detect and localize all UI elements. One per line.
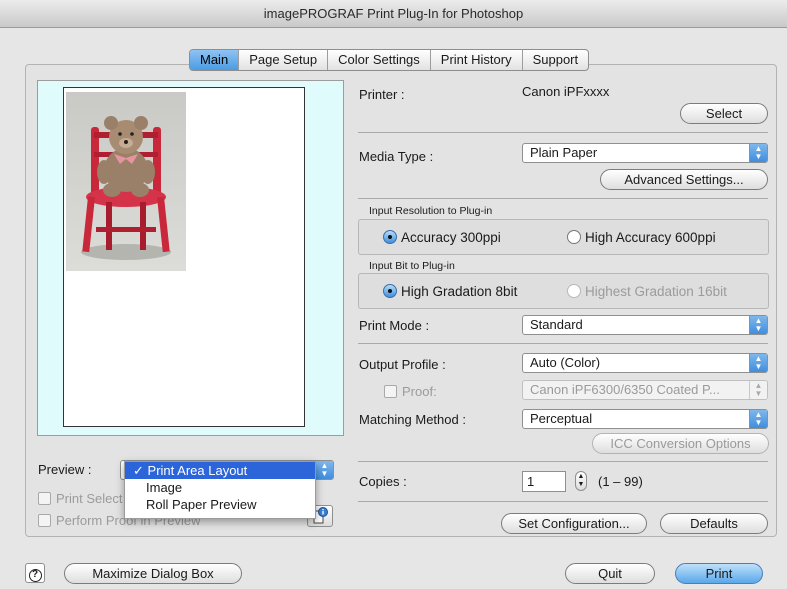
output-profile-select[interactable]: Auto (Color) ▲ ▼ — [522, 353, 768, 373]
printer-label: Printer : — [359, 87, 405, 102]
copies-stepper[interactable]: ▲ ▼ — [575, 471, 587, 491]
preview-mode-dropdown-menu: ✓ Print Area Layout Image Roll Paper Pre… — [124, 461, 316, 519]
help-button[interactable]: ? — [25, 563, 45, 583]
divider — [358, 132, 768, 133]
radio-high-gradation-8bit[interactable]: High Gradation 8bit — [383, 284, 517, 299]
icc-conversion-options-button[interactable]: ICC Conversion Options — [592, 433, 769, 454]
set-configuration-button[interactable]: Set Configuration... — [501, 513, 647, 534]
select-arrows-icon: ▲ ▼ — [315, 461, 333, 479]
select-printer-button[interactable]: Select — [680, 103, 768, 124]
quit-button[interactable]: Quit — [565, 563, 655, 584]
tab-support[interactable]: Support — [523, 50, 589, 70]
divider — [358, 198, 768, 199]
copies-range: (1 – 99) — [598, 474, 643, 489]
advanced-settings-button[interactable]: Advanced Settings... — [600, 169, 768, 190]
print-mode-label: Print Mode : — [359, 318, 430, 333]
print-mode-select[interactable]: Standard ▲ ▼ — [522, 315, 768, 335]
radio-highest-gradation-16bit[interactable]: Highest Gradation 16bit — [567, 284, 727, 299]
tab-print-history[interactable]: Print History — [431, 50, 523, 70]
select-arrows-icon: ▲ ▼ — [749, 144, 767, 162]
preview-label: Preview : — [38, 462, 92, 477]
select-arrows-icon: ▲ ▼ — [749, 354, 767, 372]
select-arrows-icon: ▲ ▼ — [749, 410, 767, 428]
defaults-button[interactable]: Defaults — [660, 513, 768, 534]
proof-profile-select[interactable]: Canon iPF6300/6350 Coated P... ▲ ▼ — [522, 380, 768, 400]
window-title-bar: imagePROGRAF Print Plug-In for Photoshop — [0, 0, 787, 28]
input-resolution-group-label: Input Resolution to Plug-in — [369, 205, 493, 217]
print-select-label: Print Select — [56, 491, 123, 506]
preview-option-print-area-layout[interactable]: ✓ Print Area Layout — [125, 462, 315, 479]
radio-button[interactable] — [567, 230, 581, 244]
window-title: imagePROGRAF Print Plug-In for Photoshop — [263, 6, 524, 21]
tab-bar: Main Page Setup Color Settings Print His… — [189, 49, 590, 71]
print-button[interactable]: Print — [675, 563, 763, 584]
radio-button-disabled[interactable] — [567, 284, 581, 298]
print-select-checkbox[interactable] — [38, 492, 51, 505]
copies-input[interactable]: 1 — [522, 471, 566, 492]
output-profile-label: Output Profile : — [359, 357, 446, 372]
preview-image-teddy-bear — [66, 92, 186, 271]
preview-option-roll-paper-preview[interactable]: Roll Paper Preview — [125, 496, 315, 513]
tab-main[interactable]: Main — [190, 50, 240, 70]
perform-proof-checkbox[interactable] — [38, 514, 51, 527]
checkmark-icon: ✓ — [133, 463, 144, 478]
preview-option-image[interactable]: Image — [125, 479, 315, 496]
divider — [358, 501, 768, 502]
maximize-dialog-button[interactable]: Maximize Dialog Box — [64, 563, 242, 584]
select-arrows-icon: ▲ ▼ — [749, 381, 767, 399]
divider — [358, 461, 768, 462]
proof-checkbox[interactable] — [384, 385, 397, 398]
media-type-select[interactable]: Plain Paper ▲ ▼ — [522, 143, 768, 163]
select-arrows-icon: ▲ ▼ — [749, 316, 767, 334]
radio-high-accuracy-600ppi[interactable]: High Accuracy 600ppi — [567, 230, 716, 245]
print-select-option[interactable]: Print Select — [38, 491, 122, 506]
input-bit-group-label: Input Bit to Plug-in — [369, 260, 455, 272]
proof-option[interactable]: Proof: — [384, 384, 437, 399]
copies-label: Copies : — [359, 474, 407, 489]
printer-name: Canon iPFxxxx — [522, 84, 610, 99]
matching-method-select[interactable]: Perceptual ▲ ▼ — [522, 409, 768, 429]
media-type-label: Media Type : — [359, 149, 434, 164]
radio-button-selected[interactable] — [383, 284, 397, 298]
radio-accuracy-300ppi[interactable]: Accuracy 300ppi — [383, 230, 501, 245]
radio-button-selected[interactable] — [383, 230, 397, 244]
matching-method-label: Matching Method : — [359, 412, 466, 427]
question-icon: ? — [28, 569, 42, 582]
tab-color-settings[interactable]: Color Settings — [328, 50, 431, 70]
tab-page-setup[interactable]: Page Setup — [239, 50, 329, 70]
divider — [358, 343, 768, 344]
